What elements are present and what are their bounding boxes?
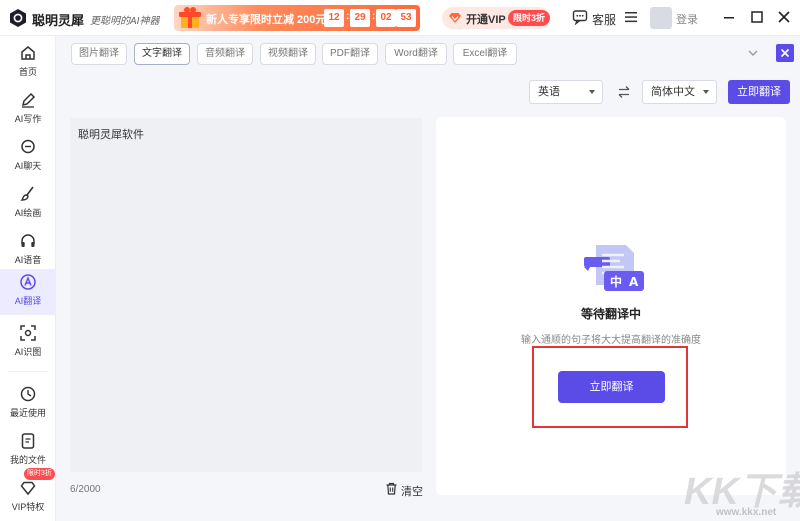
- title-bar: 聪明灵犀 更聪明的AI神器 新人专享限时立减 200元 12 : 29 : 02…: [0, 0, 800, 36]
- history-icon: [20, 386, 36, 402]
- countdown-ms: 53: [396, 9, 416, 27]
- sidebar-item-label: 我的文件: [9, 455, 46, 465]
- countdown-seconds: 02: [376, 9, 396, 27]
- tab-word-translate[interactable]: Word翻译: [385, 43, 447, 65]
- trash-icon: [386, 482, 397, 495]
- brush-icon: [20, 186, 34, 201]
- vip-icon: [20, 481, 36, 496]
- sidebar-item-ai-translate[interactable]: AI翻译: [0, 269, 56, 315]
- sidebar: 首页 AI写作 AI聊天 AI绘画 AI语音 AI翻译 AI识图 最近使用 我的…: [0, 36, 56, 521]
- app-slogan: 更聪明的AI神器: [90, 16, 160, 27]
- open-vip-button[interactable]: 开通VIP 限时3折: [442, 7, 550, 29]
- minimize-icon[interactable]: [722, 10, 736, 24]
- pen-icon: [21, 92, 36, 108]
- sidebar-item-ai-chat[interactable]: AI聊天: [0, 134, 56, 180]
- hint-text: 输入通顺的句子将大大提高翻译的准确度: [521, 335, 701, 346]
- status-text: 等待翻译中: [580, 307, 641, 321]
- sidebar-item-vip[interactable]: VIP特权: [0, 475, 56, 521]
- sidebar-divider: [8, 371, 48, 372]
- tab-pdf-translate[interactable]: PDF翻译: [322, 43, 378, 65]
- clear-label: 清空: [401, 486, 423, 498]
- tab-excel-translate[interactable]: Excel翻译: [453, 43, 517, 65]
- sidebar-item-home[interactable]: 首页: [0, 40, 56, 86]
- tab-audio-translate[interactable]: 音频翻译: [197, 43, 253, 65]
- source-text-area[interactable]: 聪明灵犀软件: [70, 118, 422, 472]
- sidebar-item-label: AI识图: [14, 347, 42, 357]
- home-icon: [21, 46, 35, 60]
- watermark-url: www.kkx.net: [716, 507, 777, 518]
- sidebar-item-label: AI翻译: [14, 296, 42, 306]
- sidebar-item-ai-writing[interactable]: AI写作: [0, 87, 56, 133]
- vip-discount-badge: 限时3折: [508, 10, 550, 26]
- character-count: 6/2000: [70, 484, 101, 495]
- target-language-select[interactable]: 简体中文: [642, 80, 717, 104]
- close-tabs-button[interactable]: [776, 44, 794, 62]
- menu-icon[interactable]: [624, 10, 638, 24]
- result-panel: 中 A 等待翻译中 输入通顺的句子将大大提高翻译的准确度 立即翻译: [436, 117, 786, 495]
- close-icon[interactable]: [777, 10, 791, 24]
- tab-text-translate[interactable]: 文字翻译: [134, 43, 190, 65]
- chevron-down-icon: [589, 90, 595, 94]
- chat-bubble-icon: [572, 10, 588, 25]
- sidebar-item-label: AI语音: [14, 255, 42, 265]
- headphones-icon: [21, 234, 35, 247]
- translate-tabs: 图片翻译 文字翻译 音频翻译 视频翻译 PDF翻译 Word翻译 Excel翻译: [56, 36, 800, 72]
- translate-icon: [20, 274, 36, 290]
- avatar[interactable]: [650, 7, 672, 29]
- promo-banner[interactable]: 新人专享限时立减 200元 12 : 29 : 02 : 53: [174, 5, 420, 31]
- sidebar-item-recent[interactable]: 最近使用: [0, 381, 56, 427]
- sidebar-item-label: 首页: [18, 67, 37, 77]
- swap-languages-icon[interactable]: [617, 85, 631, 99]
- sidebar-item-ai-voice[interactable]: AI语音: [0, 228, 56, 274]
- close-icon: [780, 48, 790, 58]
- sidebar-item-ai-painting[interactable]: AI绘画: [0, 181, 56, 227]
- app-logo-icon: [10, 9, 26, 27]
- tab-image-translate[interactable]: 图片翻译: [71, 43, 127, 65]
- countdown-colon: :: [372, 11, 376, 22]
- translate-now-button[interactable]: 立即翻译: [728, 80, 790, 104]
- target-language-value: 简体中文: [651, 86, 695, 98]
- source-language-value: 英语: [538, 86, 560, 98]
- vip-diamond-icon: [449, 13, 461, 23]
- maximize-icon[interactable]: [750, 10, 764, 24]
- sidebar-item-label: 最近使用: [9, 408, 46, 418]
- file-icon: [21, 433, 35, 449]
- source-language-select[interactable]: 英语: [529, 80, 603, 104]
- sidebar-item-label: AI聊天: [14, 161, 42, 171]
- chat-icon: [21, 139, 35, 154]
- sidebar-item-label: AI绘画: [14, 208, 42, 218]
- vip-label: 开通VIP: [466, 14, 506, 26]
- login-link[interactable]: 登录: [676, 11, 698, 27]
- illustration-zh-char: 中: [610, 274, 622, 289]
- sidebar-item-label: VIP特权: [11, 502, 45, 512]
- sidebar-item-ai-image-recognition[interactable]: AI识图: [0, 320, 56, 366]
- source-text: 聪明灵犀软件: [78, 129, 144, 141]
- promo-text: 新人专享限时立减 200元: [206, 14, 327, 26]
- chevron-down-icon[interactable]: [747, 47, 759, 59]
- countdown-hours: 12: [324, 9, 344, 27]
- countdown-minutes: 29: [350, 9, 370, 27]
- illustration-en-char: A: [629, 275, 639, 289]
- customer-service-label: 客服: [592, 13, 617, 27]
- translation-illustration-icon: 中 A: [584, 245, 644, 291]
- scan-icon: [20, 325, 36, 341]
- countdown-colon: :: [346, 11, 350, 22]
- gift-icon: [179, 7, 201, 28]
- sidebar-item-label: AI写作: [14, 114, 42, 124]
- app-name: 聪明灵犀: [32, 13, 85, 28]
- chevron-down-icon: [703, 90, 709, 94]
- translate-now-main-button[interactable]: 立即翻译: [558, 371, 665, 403]
- tab-video-translate[interactable]: 视频翻译: [260, 43, 316, 65]
